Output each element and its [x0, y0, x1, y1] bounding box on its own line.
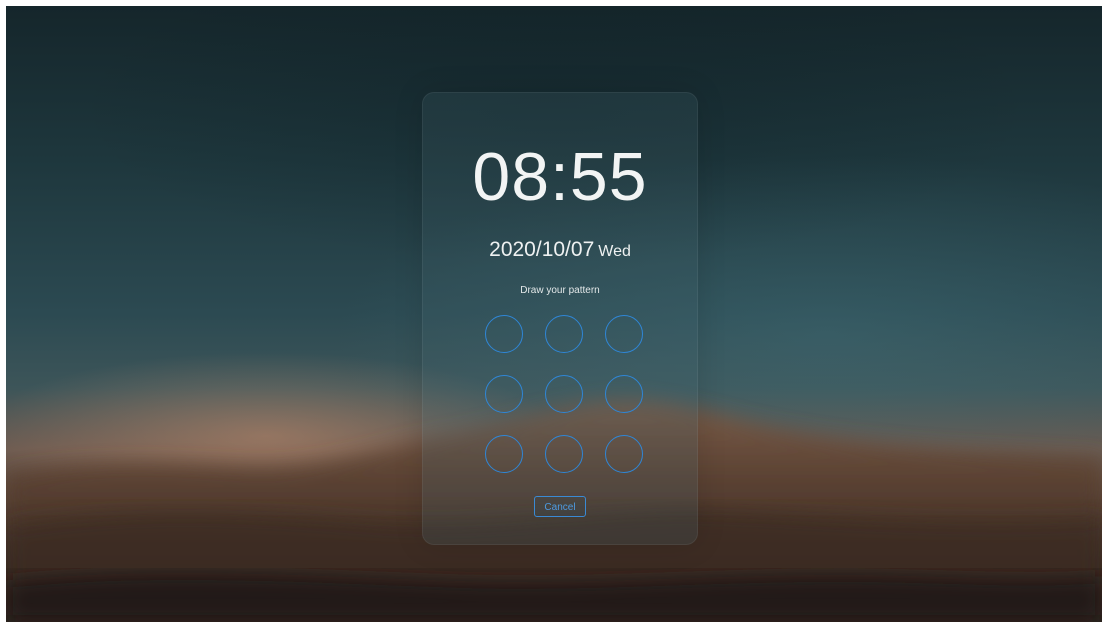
lock-panel: 08:55 2020/10/07 Wed Draw your pattern Ca…: [422, 92, 698, 545]
pattern-dot-9[interactable]: [605, 435, 643, 473]
date-display: 2020/10/07 Wed: [423, 237, 697, 265]
clock-time: 08:55: [472, 139, 648, 215]
pattern-dot-5[interactable]: [545, 375, 583, 413]
cancel-button[interactable]: Cancel: [534, 496, 586, 517]
pattern-dot-7[interactable]: [485, 435, 523, 473]
pattern-dot-2[interactable]: [545, 315, 583, 353]
lock-screen: 08:55 2020/10/07 Wed Draw your pattern Ca…: [6, 6, 1102, 622]
pattern-dot-8[interactable]: [545, 435, 583, 473]
pattern-dot-4[interactable]: [485, 375, 523, 413]
pattern-dot-1[interactable]: [485, 315, 523, 353]
pattern-dot-6[interactable]: [605, 375, 643, 413]
date-text: 2020/10/07: [489, 238, 595, 261]
pattern-dot-3[interactable]: [605, 315, 643, 353]
weekday-text: Wed: [598, 243, 631, 260]
pattern-prompt: Draw your pattern: [520, 285, 600, 296]
pattern-grid[interactable]: [478, 308, 643, 473]
